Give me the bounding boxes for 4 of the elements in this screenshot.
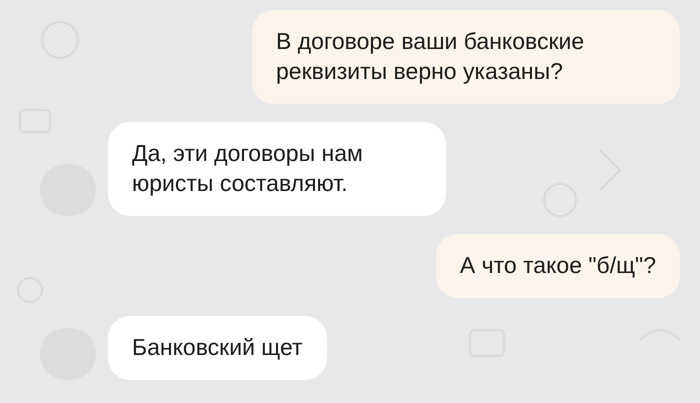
incoming-message: Да, эти договоры нам юристы составляют.: [108, 122, 446, 216]
incoming-message: Банковский щет: [108, 316, 327, 380]
outgoing-message: В договоре ваши банковские реквизиты верно указаны?: [252, 10, 680, 104]
outgoing-message: А что такое "б/щ"?: [436, 234, 680, 298]
